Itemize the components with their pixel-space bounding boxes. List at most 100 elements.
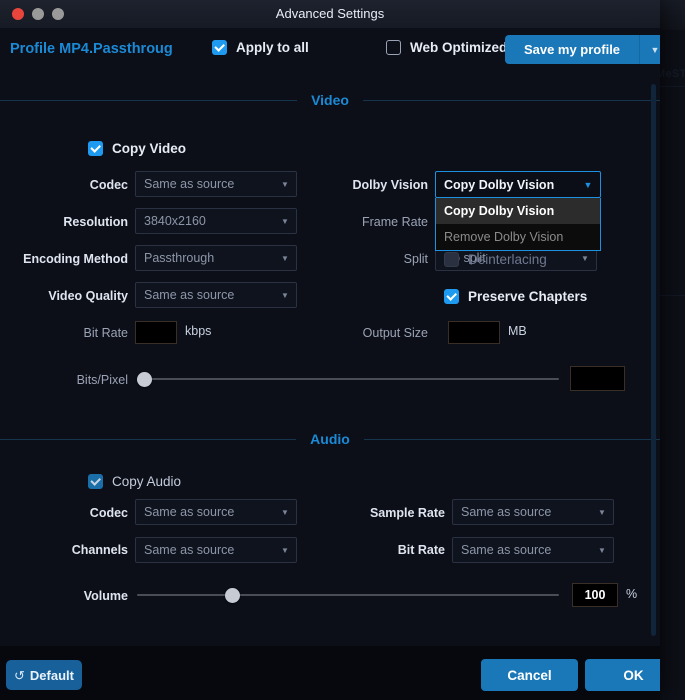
audio-codec-select[interactable]: Same as source ▼	[135, 499, 297, 525]
dolby-vision-option-remove[interactable]: Remove Dolby Vision	[436, 224, 600, 250]
window-controls	[12, 8, 64, 20]
audio-channels-value: Same as source	[144, 543, 235, 557]
video-codec-select[interactable]: Same as source ▼	[135, 171, 297, 197]
dolby-vision-value: Copy Dolby Vision	[444, 177, 555, 192]
profile-display: Profile MP4.Passthrough	[10, 41, 172, 57]
chevron-down-icon[interactable]: ▼	[576, 180, 600, 190]
preserve-chapters-checkbox[interactable]: Preserve Chapters	[444, 289, 587, 304]
audio-channels-select[interactable]: Same as source ▼	[135, 537, 297, 563]
slider-track[interactable]	[137, 594, 559, 596]
encoding-method-label: Encoding Method	[23, 252, 128, 266]
split-label: Split	[403, 252, 428, 266]
video-section-title: Video	[311, 92, 349, 108]
apply-to-all-checkbox[interactable]: Apply to all	[212, 40, 309, 55]
video-codec-value: Same as source	[144, 177, 235, 191]
maximize-window-icon[interactable]	[52, 8, 64, 20]
video-resolution-select[interactable]: 3840x2160 ▼	[135, 208, 297, 234]
copy-audio-checkbox[interactable]: Copy Audio	[88, 474, 181, 489]
chevron-down-icon[interactable]: ▼	[274, 180, 296, 189]
dialog-title: Advanced Settings	[275, 6, 385, 21]
slider-track[interactable]	[137, 378, 559, 380]
default-button[interactable]: ↺ Default	[6, 660, 82, 690]
checkbox-checked-icon[interactable]	[444, 289, 459, 304]
web-optimized-label: Web Optimized	[410, 40, 508, 55]
save-my-profile-label: Save my profile	[523, 42, 621, 57]
volume-input[interactable]: 100	[572, 583, 618, 607]
minimize-window-icon[interactable]	[32, 8, 44, 20]
volume-unit: %	[626, 587, 638, 601]
bits-per-pixel-slider[interactable]	[137, 370, 559, 388]
video-quality-select[interactable]: Same as source ▼	[135, 282, 297, 308]
apply-to-all-label: Apply to all	[236, 40, 309, 55]
bits-per-pixel-input[interactable]	[570, 366, 625, 391]
chevron-down-icon[interactable]: ▼	[274, 508, 296, 517]
chevron-down-icon[interactable]: ▼	[591, 546, 613, 555]
volume-label: Volume	[83, 589, 128, 603]
checkbox-unchecked-icon[interactable]	[386, 40, 401, 55]
deinterlacing-checkbox[interactable]: Deinterlacing	[444, 252, 547, 267]
checkbox-checked-icon[interactable]	[212, 40, 227, 55]
output-size-unit: MB	[508, 324, 527, 338]
cancel-button[interactable]: Cancel	[481, 659, 578, 691]
settings-content: Video Copy Video Codec Same as source ▼ …	[0, 76, 660, 646]
output-size-label: Output Size	[362, 326, 428, 340]
video-quality-label: Video Quality	[48, 289, 128, 303]
save-my-profile-button[interactable]: Save my profile ▼	[505, 35, 660, 64]
audio-channels-label: Channels	[71, 543, 128, 557]
frame-rate-label: Frame Rate	[362, 215, 428, 229]
ok-button[interactable]: OK	[585, 659, 660, 691]
slider-handle[interactable]	[137, 372, 152, 387]
dolby-vision-options-list[interactable]: Copy Dolby Vision Remove Dolby Vision	[435, 198, 601, 251]
video-codec-label: Codec	[89, 178, 128, 192]
sample-rate-value: Same as source	[461, 505, 552, 519]
close-window-icon[interactable]	[12, 8, 24, 20]
chevron-down-icon[interactable]: ▼	[591, 508, 613, 517]
audio-section-title: Audio	[310, 431, 350, 447]
audio-bitrate-label: Bit Rate	[397, 543, 445, 557]
video-resolution-label: Resolution	[63, 215, 128, 229]
chevron-down-icon[interactable]: ▼	[574, 254, 596, 263]
dolby-vision-label: Dolby Vision	[352, 178, 428, 192]
section-rule-left	[0, 99, 298, 101]
copy-video-label: Copy Video	[112, 141, 187, 156]
screen: Launchpad Task Queue Xmod.7.3.HEVC.REMUX…	[0, 0, 685, 700]
sample-rate-select[interactable]: Same as source ▼	[452, 499, 614, 525]
video-quality-value: Same as source	[144, 288, 235, 302]
advanced-settings-dialog: Advanced Settings Profile MP4.Passthroug…	[0, 0, 660, 700]
chevron-down-icon[interactable]: ▼	[274, 254, 296, 263]
volume-slider[interactable]	[137, 586, 559, 604]
section-rule-right	[363, 438, 660, 440]
chevron-down-icon[interactable]: ▼	[274, 546, 296, 555]
video-bitrate-unit: kbps	[185, 324, 212, 338]
video-resolution-value: 3840x2160	[144, 214, 206, 228]
video-bitrate-input[interactable]	[135, 321, 177, 344]
profile-label: Profile	[10, 41, 56, 57]
preserve-chapters-label: Preserve Chapters	[468, 289, 588, 304]
web-optimized-checkbox[interactable]: Web Optimized	[386, 40, 507, 55]
bits-per-pixel-label: Bits/Pixel	[76, 373, 128, 387]
dialog-footer: ↺ Default Cancel OK	[0, 646, 660, 700]
audio-bitrate-select[interactable]: Same as source ▼	[452, 537, 614, 563]
video-bitrate-label: Bit Rate	[83, 326, 128, 340]
dolby-vision-option-copy[interactable]: Copy Dolby Vision	[436, 198, 600, 224]
deinterlacing-label: Deinterlacing	[468, 252, 547, 267]
audio-section-header: Audio	[0, 428, 660, 450]
chevron-down-icon[interactable]: ▼	[640, 45, 660, 55]
content-scrollbar[interactable]	[651, 84, 656, 636]
checkbox-checked-icon[interactable]	[88, 474, 103, 489]
dolby-vision-select[interactable]: Copy Dolby Vision ▼	[435, 171, 601, 198]
encoding-method-select[interactable]: Passthrough ▼	[135, 245, 297, 271]
checkbox-checked-icon[interactable]	[88, 141, 103, 156]
slider-handle[interactable]	[225, 588, 240, 603]
chevron-down-icon[interactable]: ▼	[274, 217, 296, 226]
section-rule-left	[0, 438, 297, 440]
audio-bitrate-value: Same as source	[461, 543, 552, 557]
profile-value[interactable]: MP4.Passthrough	[59, 41, 172, 57]
audio-codec-label: Codec	[89, 506, 128, 520]
sample-rate-label: Sample Rate	[369, 506, 445, 520]
section-rule-right	[362, 99, 660, 101]
checkbox-disabled-icon[interactable]	[444, 252, 459, 267]
output-size-input[interactable]	[448, 321, 500, 344]
copy-video-checkbox[interactable]: Copy Video	[88, 141, 186, 156]
chevron-down-icon[interactable]: ▼	[274, 291, 296, 300]
